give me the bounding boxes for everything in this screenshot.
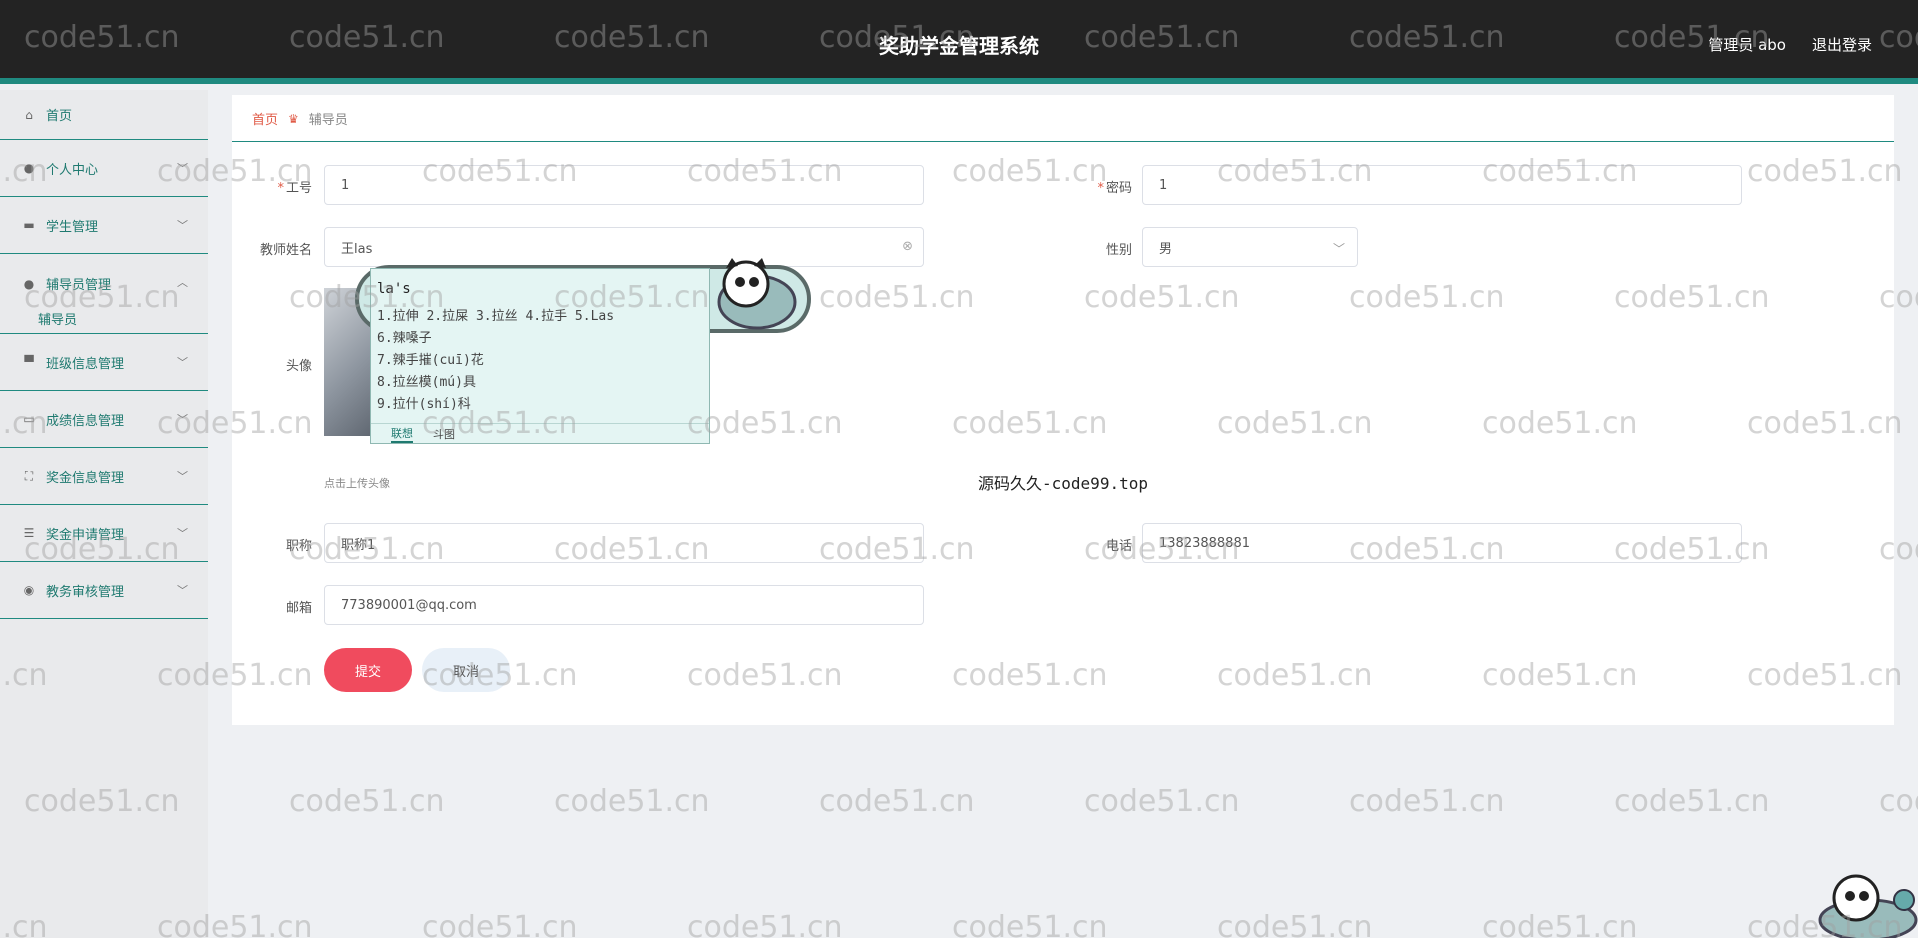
current-user: 管理员 abo [1708,36,1786,54]
sidebar-item-students[interactable]: ▬ 学生管理 ﹀ [0,197,208,254]
briefcase-icon: ▬ [23,218,35,232]
sidebar-item-label: 个人中心 [46,162,99,178]
watermark-text: code51.cn [289,784,445,819]
chevron-down-icon: ﹀ [177,584,188,597]
ime-composition: la's [377,281,411,297]
email-label: 邮箱 [285,601,312,616]
cancel-button[interactable]: 取消 [422,648,510,692]
watermark-text: code51.cn [1084,784,1240,819]
sidebar-item-label: 成绩信息管理 [46,413,125,429]
name-label: 教师姓名 [259,243,312,258]
sidebar-item-awards[interactable]: ⛶ 奖金信息管理 ﹀ [0,448,208,505]
chevron-down-icon: ﹀ [177,527,188,540]
sidebar-item-label: 首页 [46,109,73,124]
sidebar-item-counselors[interactable]: ● 辅导员管理 ︿ 辅导员 [0,254,208,334]
sidebar-item-classes[interactable]: ▀ 班级信息管理 ﹀ [0,334,208,391]
phone-label: 电话 [1105,539,1132,554]
avatar-label: 头像 [285,359,312,374]
ime-tabs: 联想 斗图 [371,423,709,443]
card-icon: ▭ [23,412,35,426]
chevron-up-icon: ︿ [177,276,188,289]
sidebar-item-label: 教务审核管理 [46,584,125,600]
sidebar-item-label: 班级信息管理 [46,356,125,372]
ime-candidate[interactable]: 7.辣手摧(cuī)花 [377,349,484,368]
sidebar-item-home[interactable]: ⌂ 首页 [0,90,208,140]
sidebar-item-label: 奖金申请管理 [46,527,125,543]
breadcrumb-home[interactable]: 首页 [252,109,278,128]
cat-mascot-icon [717,258,797,330]
watermark-text: code51.cn [1217,910,1373,938]
ime-candidate[interactable]: 8.拉丝模(mú)具 [377,371,476,390]
divider [232,141,1894,142]
watermark-text: code51.cn [952,910,1108,938]
cat-mascot-icon [1818,874,1918,938]
sidebar-item-personal[interactable]: ● 个人中心 ﹀ [0,140,208,197]
breadcrumb-current: 辅导员 [308,113,348,128]
user-icon: ● [23,161,35,175]
chevron-down-icon: ﹀ [177,470,188,483]
sidebar-item-grades[interactable]: ▭ 成绩信息管理 ﹀ [0,391,208,448]
password-input[interactable]: 1 [1142,165,1742,205]
watermark-text: code51.cn [554,784,710,819]
chevron-down-icon: ﹀ [177,413,188,426]
sidebar: ⌂ 首页 ● 个人中心 ﹀ ▬ 学生管理 ﹀ ● 辅导员管理 ︿ 辅导员 ▀ 班… [0,90,208,938]
logout-link[interactable]: 退出登录 [1812,34,1872,55]
breadcrumb: 首页 ♛ 辅导员 [252,109,348,129]
chevron-down-icon: ﹀ [177,356,188,369]
watermark-text: code51.cn [819,784,975,819]
app-title: 奖助学金管理系统 [879,34,1039,58]
title-label: 职称 [285,539,312,554]
chevron-down-icon: ﹀ [177,162,188,175]
ime-tab[interactable]: 联想 [391,425,413,443]
chevron-down-icon: ﹀ [177,219,188,232]
sidebar-subitem-counselor[interactable]: 辅导员 [38,309,77,328]
password-label: * 密码 [1097,181,1132,196]
top-header: 奖助学金管理系统 管理员 abo 退出登录 [0,0,1918,84]
gender-select[interactable]: 男 ﹀ [1142,227,1358,267]
flag-icon: ▀ [24,355,34,369]
chevron-down-icon: ﹀ [1332,242,1345,256]
ime-candidate[interactable]: 9.拉什(shí)科 [377,393,471,412]
title-input[interactable]: 职称1 [324,523,924,563]
sidebar-item-label: 辅导员管理 [46,278,112,293]
name-input[interactable]: 王las ⊗ [324,227,924,267]
phone-input[interactable]: 13823888881 [1142,523,1742,563]
submit-button[interactable]: 提交 [324,648,412,692]
sidebar-item-applications[interactable]: ☰ 奖金申请管理 ﹀ [0,505,208,562]
watermark-text: code51.cn [1614,784,1770,819]
work-no-label: * 工号 [277,181,312,196]
work-no-input[interactable]: 1 [324,165,924,205]
sidebar-item-label: 学生管理 [46,219,99,235]
home-icon: ⌂ [25,107,33,122]
source-note: 源码久久-code99.top [978,474,1148,493]
ime-candidate[interactable]: 6.辣嗓子 [377,327,432,346]
watermark-text: code51.cn [687,910,843,938]
ime-candidates-row[interactable]: 1.拉伸 2.拉屎 3.拉丝 4.拉手 5.Las [377,305,614,324]
sidebar-item-label: 奖金信息管理 [46,470,125,486]
email-input[interactable]: 773890001@qq.com [324,585,924,625]
badge-icon: ◉ [23,583,35,597]
user-icon: ● [23,276,35,291]
watermark-text: code51.cn [1879,784,1918,819]
ime-candidate-window[interactable]: la's 1.拉伸 2.拉屎 3.拉丝 4.拉手 5.Las 6.辣嗓子 7.辣… [370,268,710,444]
sidebar-item-review[interactable]: ◉ 教务审核管理 ﹀ [0,562,208,619]
gender-label: 性别 [1105,243,1132,258]
watermark-text: code51.cn [1482,910,1638,938]
watermark-text: code51.cn [1349,784,1505,819]
clear-icon[interactable]: ⊗ [902,239,913,254]
scan-icon: ⛶ [24,468,34,483]
watermark-text: code51.cn [422,910,578,938]
breadcrumb-separator-icon: ♛ [288,111,299,126]
ime-tab[interactable]: 斗图 [433,426,455,442]
list-icon: ☰ [23,526,35,540]
